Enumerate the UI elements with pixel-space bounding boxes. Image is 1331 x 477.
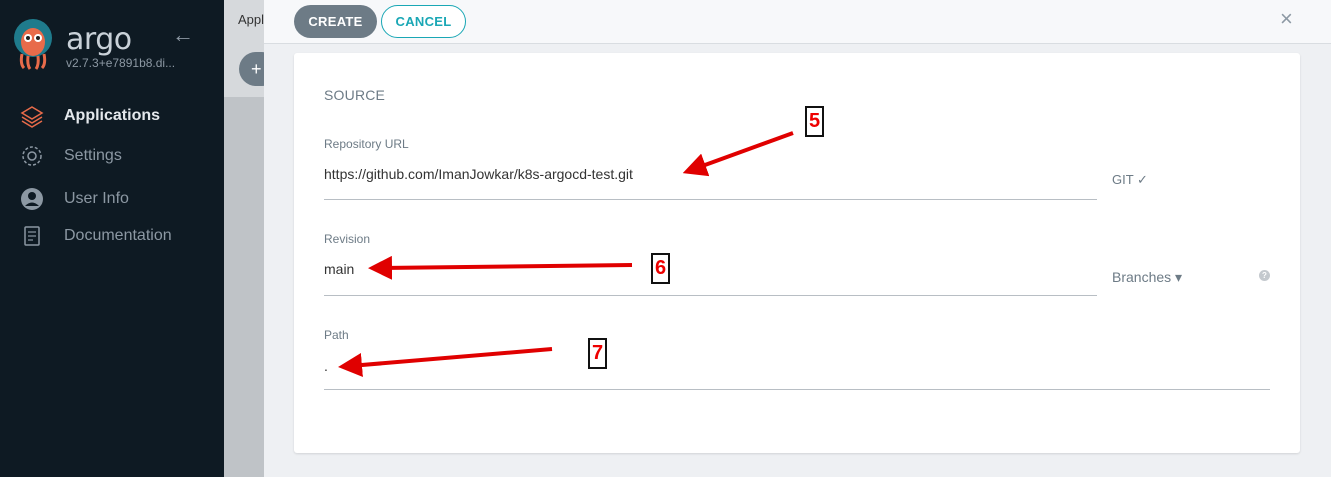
repository-url-label: Repository URL	[324, 137, 409, 151]
help-icon[interactable]: ?	[1259, 270, 1270, 281]
sidebar: argo v2.7.3+e7891b8.di... ← Applications…	[0, 0, 224, 477]
gear-icon	[20, 144, 44, 168]
layers-icon	[20, 104, 44, 128]
sidebar-item-documentation[interactable]: Documentation	[0, 219, 224, 253]
close-icon[interactable]: ×	[1280, 6, 1293, 32]
repo-type-git-badge[interactable]: GIT ✓	[1112, 172, 1148, 188]
repository-url-underline	[324, 199, 1097, 200]
annotation-number-6: 6	[651, 253, 670, 284]
sidebar-item-label: Documentation	[64, 227, 172, 244]
path-underline	[324, 389, 1270, 390]
path-label: Path	[324, 328, 349, 342]
collapse-arrow-icon[interactable]: ←	[172, 22, 194, 48]
revision-underline	[324, 295, 1097, 296]
revision-label: Revision	[324, 232, 371, 246]
version-label: v2.7.3+e7891b8.di...	[66, 56, 176, 70]
brand-name: argo	[66, 22, 132, 57]
create-button[interactable]: CREATE	[294, 5, 377, 38]
repository-url-input[interactable]: https://github.com/ImanJowkar/k8s-argocd…	[324, 166, 633, 182]
argo-logo-icon	[14, 19, 52, 70]
revision-input[interactable]: main	[324, 261, 354, 277]
source-card	[294, 53, 1300, 453]
cancel-button[interactable]: CANCEL	[381, 5, 466, 38]
branches-dropdown[interactable]: Branches ▾	[1112, 269, 1182, 286]
sidebar-item-label: Settings	[64, 147, 122, 164]
user-icon	[20, 187, 44, 211]
sidebar-item-label: Applications	[64, 107, 161, 124]
sidebar-item-user-info[interactable]: User Info	[0, 182, 224, 216]
book-icon	[20, 224, 44, 248]
path-input[interactable]: .	[324, 358, 328, 374]
section-title: SOURCE	[324, 87, 386, 103]
sidebar-item-applications[interactable]: Applications	[0, 99, 224, 133]
sidebar-item-label: User Info	[64, 190, 129, 207]
annotation-number-5: 5	[805, 106, 824, 137]
sidebar-item-settings[interactable]: Settings	[0, 139, 224, 173]
annotation-number-7: 7	[588, 338, 607, 369]
background-page-title: Appl	[238, 12, 264, 27]
